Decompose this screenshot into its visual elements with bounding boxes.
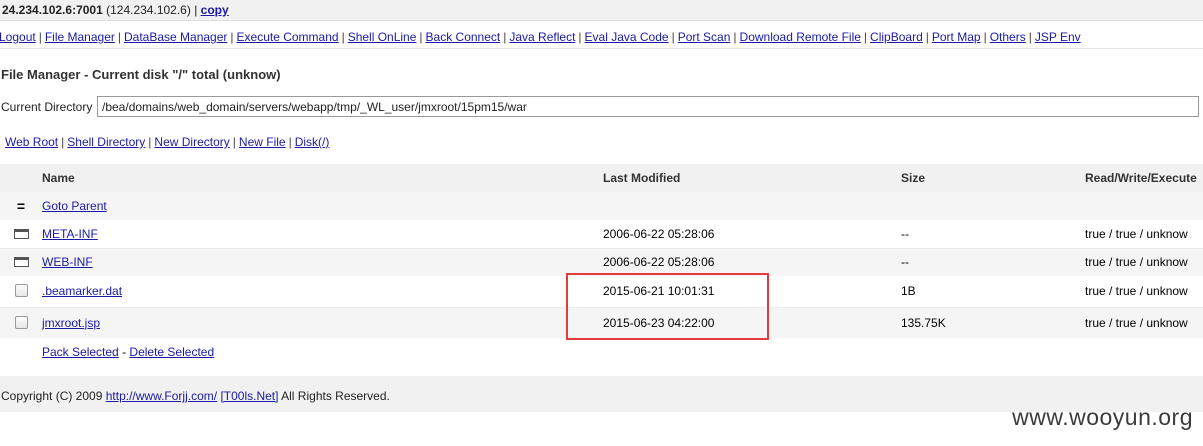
file-link[interactable]: jmxroot.jsp	[42, 316, 100, 330]
link-new-file[interactable]: New File	[239, 135, 286, 149]
parent-row: = Goto Parent	[0, 192, 1203, 220]
host-info: 24.234.102.6:7001 (124.234.102.6) | copy	[2, 3, 229, 17]
host-address: 24.234.102.6:7001	[2, 3, 103, 17]
name-cell: META-INF	[42, 220, 603, 248]
menu-execute-command[interactable]: Execute Command	[237, 30, 339, 44]
goto-parent-link[interactable]: Goto Parent	[42, 199, 107, 213]
current-directory-input[interactable]	[97, 96, 1199, 117]
menu-clipboard[interactable]: ClipBoard	[870, 30, 923, 44]
link-shell-directory[interactable]: Shell Directory	[67, 135, 145, 149]
menu-database-manager[interactable]: DataBase Manager	[124, 30, 227, 44]
highlight-annotation-box	[566, 273, 769, 340]
parent-cell: Goto Parent	[42, 192, 603, 220]
menu-separator: |	[117, 30, 121, 44]
permissions-cell: true / true / unknow	[1085, 284, 1188, 299]
menu-port-scan[interactable]: Port Scan	[678, 30, 731, 44]
name-cell: .beamarker.dat	[42, 276, 603, 307]
menu-back-connect[interactable]: Back Connect	[426, 30, 501, 44]
table-row: WEB-INF 2006-06-22 05:28:06 -- true / true …	[0, 248, 1203, 276]
main-menu: Logout | File Manager | DataBase Manager | Exe…	[0, 26, 1203, 49]
folder-link[interactable]: META-INF	[42, 227, 98, 241]
menu-jsp-env[interactable]: JSP Env	[1035, 30, 1081, 44]
parent-icon: =	[16, 198, 26, 214]
header-last-modified: Last Modified	[603, 171, 681, 185]
menu-items: Logout | File Manager | DataBase Manager | Exe…	[0, 30, 1081, 44]
menu-separator: |	[230, 30, 234, 44]
copyright-prefix: Copyright (C) 2009	[1, 389, 103, 403]
table-actions: Pack Selected - Delete Selected	[42, 338, 1203, 366]
row-select-checkbox[interactable]	[14, 284, 28, 298]
folder-icon	[13, 228, 29, 239]
host-separator: |	[194, 3, 198, 17]
header-name: Name	[42, 171, 75, 185]
name-cell: WEB-INF	[42, 248, 603, 276]
menu-separator: |	[578, 30, 582, 44]
table-actions-row: Pack Selected - Delete Selected	[0, 338, 1203, 366]
header-size: Size	[901, 171, 926, 185]
menu-separator: |	[983, 30, 987, 44]
last-modified-cell: 2006-06-22 05:28:06	[603, 226, 715, 241]
size-cell: 1B	[901, 284, 916, 299]
menu-port-map[interactable]: Port Map	[932, 30, 981, 44]
link-web-root[interactable]: Web Root	[5, 135, 58, 149]
menu-separator: |	[733, 30, 737, 44]
menu-file-manager[interactable]: File Manager	[45, 30, 115, 44]
delete-selected-link[interactable]: Delete Selected	[129, 345, 214, 359]
name-cell: jmxroot.jsp	[42, 307, 603, 338]
menu-separator: |	[38, 30, 42, 44]
folder-link[interactable]: WEB-INF	[42, 255, 93, 269]
menu-logout[interactable]: Logout	[0, 30, 36, 44]
menu-separator: |	[419, 30, 423, 44]
menu-separator: |	[925, 30, 929, 44]
permissions-cell: true / true / unknow	[1085, 226, 1188, 241]
forjj-link[interactable]: http://www.Forjj.com/	[106, 389, 217, 403]
t00ls-link[interactable]: [T00ls.Net]	[220, 389, 278, 403]
table-header: Name Last Modified Size Read/Write/Execu…	[0, 164, 1203, 192]
menu-java-reflect[interactable]: Java Reflect	[509, 30, 575, 44]
permissions-cell: true / true / unknow	[1085, 315, 1188, 330]
table-row: META-INF 2006-06-22 05:28:06 -- true / true…	[0, 220, 1203, 248]
quick-link-separator: |	[232, 135, 236, 149]
top-bar: 24.234.102.6:7001 (124.234.102.6) | copy	[0, 0, 1203, 21]
page-title: File Manager - Current disk "/" total (u…	[1, 67, 281, 82]
row-select-checkbox[interactable]	[14, 315, 28, 329]
copy-link[interactable]: copy	[201, 3, 229, 17]
link-new-directory[interactable]: New Directory	[154, 135, 229, 149]
folder-icon	[13, 257, 29, 268]
quick-links: Web Root | Shell Directory | New Directory | N…	[5, 135, 329, 149]
watermark: www.wooyun.org	[1012, 404, 1193, 430]
menu-separator: |	[503, 30, 507, 44]
menu-eval-java-code[interactable]: Eval Java Code	[585, 30, 669, 44]
permissions-cell: true / true / unknow	[1085, 255, 1188, 270]
pack-selected-link[interactable]: Pack Selected	[42, 345, 119, 359]
size-cell: --	[901, 255, 909, 270]
menu-separator: |	[671, 30, 675, 44]
quick-link-separator: |	[148, 135, 152, 149]
last-modified-cell: 2006-06-22 05:28:06	[603, 255, 715, 270]
menu-separator: |	[341, 30, 345, 44]
copyright-suffix: All Rights Reserved.	[281, 389, 390, 403]
menu-download-remote-file[interactable]: Download Remote File	[740, 30, 861, 44]
header-icon-col	[0, 164, 42, 192]
size-cell: 135.75K	[901, 315, 946, 330]
file-link[interactable]: .beamarker.dat	[42, 284, 122, 298]
actions-separator: -	[122, 345, 127, 359]
host-ip: (124.234.102.6)	[106, 3, 191, 17]
copyright-text: Copyright (C) 2009 http://www.Forjj.com/…	[1, 389, 390, 403]
menu-others[interactable]: Others	[990, 30, 1026, 44]
header-permissions: Read/Write/Execute	[1085, 171, 1197, 185]
quick-link-separator: |	[288, 135, 292, 149]
menu-shell-online[interactable]: Shell OnLine	[348, 30, 417, 44]
quick-link-separator: |	[61, 135, 65, 149]
link-disk-root[interactable]: Disk(/)	[295, 135, 330, 149]
menu-separator: |	[1028, 30, 1032, 44]
size-cell: --	[901, 226, 909, 241]
current-directory-label: Current Directory	[1, 100, 93, 114]
menu-separator: |	[863, 30, 868, 44]
